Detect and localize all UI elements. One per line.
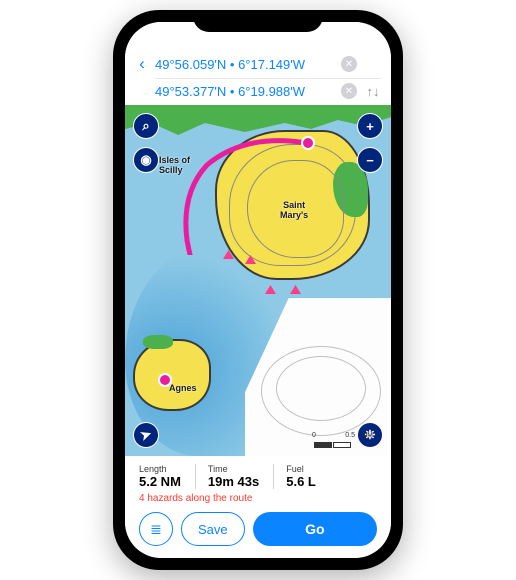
hazard-icon (290, 285, 301, 294)
phone-notch (193, 10, 323, 32)
map-scale: 0 0.5 NM (314, 442, 351, 448)
time-label: Time (208, 464, 259, 474)
swap-icon[interactable]: ↑↓ (365, 84, 381, 99)
go-button[interactable]: Go (253, 512, 377, 546)
zoom-in-button[interactable]: + (357, 113, 383, 139)
time-value: 19m 43s (208, 474, 259, 489)
fuel-value: 5.6 L (286, 474, 316, 489)
nautical-map[interactable]: Isles of Scilly Saint Mary's Agnes ⌕ ◉ +… (125, 105, 391, 456)
end-coord-row: 49°53.377'N • 6°19.988'W ✕ ↑↓ (135, 81, 381, 101)
camera-button[interactable]: ◉ (133, 147, 159, 173)
label-agnes: Agnes (169, 383, 197, 393)
label-st-marys: Saint Mary's (280, 200, 308, 220)
stat-time: Time 19m 43s (195, 464, 259, 489)
start-coord-row: ‹ 49°56.059'N • 6°17.149'W ✕ (135, 52, 381, 76)
phone-frame: ‹ 49°56.059'N • 6°17.149'W ✕ 49°53.377'N… (113, 10, 403, 570)
route-header: ‹ 49°56.059'N • 6°17.149'W ✕ 49°53.377'N… (125, 22, 391, 105)
back-button[interactable]: ‹ (135, 54, 149, 74)
island-agnes (133, 339, 211, 411)
zoom-out-button[interactable]: − (357, 147, 383, 173)
search-button[interactable]: ⌕ (133, 113, 159, 139)
clear-end-icon[interactable]: ✕ (341, 83, 357, 99)
start-coord[interactable]: 49°56.059'N • 6°17.149'W (155, 57, 335, 72)
end-coord[interactable]: 49°53.377'N • 6°19.988'W (155, 84, 335, 99)
app-screen: ‹ 49°56.059'N • 6°17.149'W ✕ 49°53.377'N… (125, 22, 391, 558)
route-summary: Length 5.2 NM Time 19m 43s Fuel 5.6 L 4 … (125, 456, 391, 558)
hazard-warning[interactable]: 4 hazards along the route (139, 493, 377, 504)
fuel-label: Fuel (286, 464, 316, 474)
list-button[interactable]: ≣ (139, 512, 173, 546)
divider (155, 78, 381, 79)
waypoint-start[interactable] (301, 136, 315, 150)
length-label: Length (139, 464, 181, 474)
clear-start-icon[interactable]: ✕ (341, 56, 357, 72)
stats-row: Length 5.2 NM Time 19m 43s Fuel 5.6 L (139, 464, 377, 489)
depth-contour (276, 356, 366, 421)
route-path (125, 105, 391, 255)
length-value: 5.2 NM (139, 474, 181, 489)
action-row: ≣ Save Go (139, 512, 377, 546)
label-scilly: Isles of Scilly (159, 155, 190, 175)
save-button[interactable]: Save (181, 512, 245, 546)
stat-length: Length 5.2 NM (139, 464, 181, 489)
stat-fuel: Fuel 5.6 L (273, 464, 316, 489)
